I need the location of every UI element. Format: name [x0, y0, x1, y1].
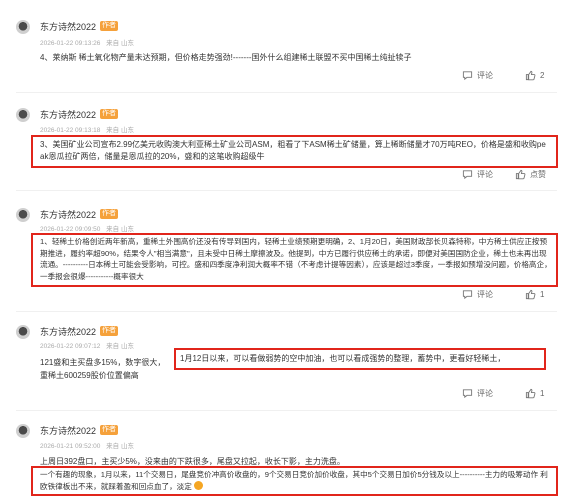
- like-button[interactable]: 点赞: [515, 169, 546, 180]
- comment-label: 评论: [477, 71, 493, 80]
- author-name[interactable]: 东方诗然2022: [40, 208, 96, 221]
- post-meta: 2026-01-22 09:13:18 来自 山东: [40, 124, 138, 134]
- author-name[interactable]: 东方诗然2022: [40, 20, 96, 33]
- thumbs-up-icon: [525, 388, 536, 399]
- post-body: 4、莱纳斯 稀土氧化物产量未达预期，但价格走势强劲!-------国外什么组建稀…: [40, 53, 412, 62]
- like-button[interactable]: 2: [525, 70, 544, 81]
- comment-button[interactable]: 评论: [462, 289, 493, 300]
- comment-label: 评论: [477, 290, 493, 299]
- post-body: 3、美国矿业公司宣布2.99亿美元收购澳大利亚稀土矿业公司ASM，粗看了下ASM…: [40, 140, 546, 161]
- thumbs-up-icon: [525, 289, 536, 300]
- like-label: 点赞: [530, 170, 546, 179]
- like-count: 1: [540, 290, 545, 299]
- comment-button[interactable]: 评论: [462, 70, 493, 81]
- comment-icon: [462, 389, 473, 399]
- thumbs-up-icon: [515, 169, 526, 180]
- divider: [16, 410, 557, 411]
- comment-button[interactable]: 评论: [462, 388, 493, 399]
- author-tag: 作者: [100, 326, 118, 336]
- post-meta: 2026-01-22 09:13:26 来自 山东: [40, 37, 138, 47]
- author-avatar[interactable]: [16, 108, 30, 122]
- post-date: 2026-01-22 09:13:18: [40, 127, 101, 134]
- post-date: 2026-01-21 09:52:00: [40, 443, 101, 450]
- divider: [16, 190, 557, 191]
- author-avatar[interactable]: [16, 208, 30, 222]
- author-tag: 作者: [100, 425, 118, 435]
- post-body-part-3: 重稀土600259股价位置偏高: [40, 371, 139, 380]
- post-source: 来自 山东: [106, 226, 134, 233]
- post-source: 来自 山东: [106, 443, 134, 450]
- divider: [16, 92, 557, 93]
- like-count: 1: [540, 389, 545, 398]
- like-count: 2: [540, 71, 545, 80]
- post-body-part-2: 一个有趣的现象，1月以来，11个交易日，尾盘竞价冲高价收盘的，9个交易日竞价加价…: [40, 469, 552, 492]
- post-date: 2026-01-22 09:13:26: [40, 40, 101, 47]
- divider: [16, 311, 557, 312]
- author-avatar[interactable]: [16, 424, 30, 438]
- smile-emoji-icon: [194, 480, 203, 490]
- post-meta: 2026-01-22 09:09:50 来自 山东: [40, 223, 138, 233]
- thumbs-up-icon: [525, 70, 536, 81]
- post-body: 1、轻稀土价格创近两年新高，重稀土外围高价还没有传导到国内，轻稀土业绩预期更明确…: [40, 237, 552, 281]
- author-avatar[interactable]: [16, 325, 30, 339]
- author-name[interactable]: 东方诗然2022: [40, 424, 96, 437]
- post-date: 2026-01-22 09:07:12: [40, 343, 101, 350]
- post-source: 来自 山东: [106, 40, 134, 47]
- post-meta: 2026-01-21 09:52:00 来自 山东: [40, 440, 138, 450]
- comment-label: 评论: [477, 170, 493, 179]
- comment-label: 评论: [477, 389, 493, 398]
- like-button[interactable]: 1: [525, 388, 544, 399]
- post-source: 来自 山东: [106, 127, 134, 134]
- comment-icon: [462, 170, 473, 180]
- post-body-text: 一个有趣的现象，1月以来，11个交易日，尾盘竞价冲高价收盘的，9个交易日竞价加价…: [40, 470, 548, 491]
- post-body-part-2: 1月12日以来，可以看做弱势的空中加油，也可以看成强势的整理，蓄势中，更看好轻稀…: [180, 354, 506, 363]
- post-body-part-1: 121盛和主买盘多15%，数字很大，: [40, 358, 166, 367]
- comment-icon: [462, 71, 473, 81]
- comment-button[interactable]: 评论: [462, 169, 493, 180]
- post-date: 2026-01-22 09:09:50: [40, 226, 101, 233]
- post-source: 来自 山东: [106, 343, 134, 350]
- author-name[interactable]: 东方诗然2022: [40, 325, 96, 338]
- author-name[interactable]: 东方诗然2022: [40, 108, 96, 121]
- author-tag: 作者: [100, 209, 118, 219]
- author-tag: 作者: [100, 21, 118, 31]
- comment-icon: [462, 290, 473, 300]
- author-tag: 作者: [100, 109, 118, 119]
- post-meta: 2026-01-22 09:07:12 来自 山东: [40, 340, 138, 350]
- like-button[interactable]: 1: [525, 289, 544, 300]
- author-avatar[interactable]: [16, 20, 30, 34]
